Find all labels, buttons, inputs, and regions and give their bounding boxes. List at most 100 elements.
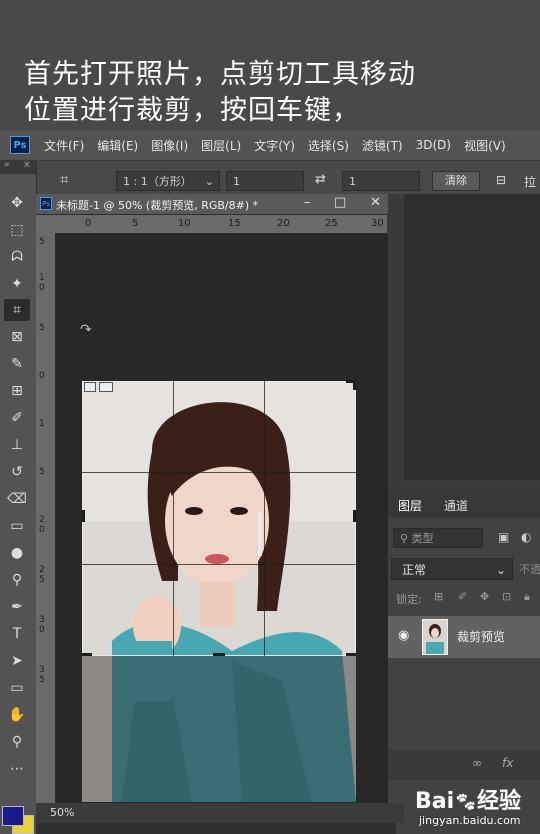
crop-width-input[interactable]: 1: [226, 171, 304, 191]
menu-filter[interactable]: 滤镜(T): [362, 137, 403, 154]
watermark-brand-jingyan: 经验: [477, 789, 522, 814]
layer-thumbnail: [422, 619, 448, 655]
crop-ratio-icon: [84, 382, 96, 392]
baidu-jingyan-watermark: Bai🐾︎经验 jingyan.baidu.com: [413, 783, 540, 834]
menu-select[interactable]: 选择(S): [308, 137, 349, 154]
pen-tool-icon[interactable]: ✒: [4, 596, 30, 618]
clone-stamp-icon[interactable]: ⊥: [4, 434, 30, 456]
brush-tool-icon[interactable]: ✐: [4, 407, 30, 429]
link-layers-icon[interactable]: ∞: [472, 756, 482, 770]
crop-tool-icon[interactable]: ⌗: [4, 299, 30, 321]
type-tool-icon[interactable]: T: [4, 623, 30, 645]
clear-button[interactable]: 清除: [432, 171, 480, 191]
fx-icon[interactable]: fx: [502, 756, 513, 770]
zoom-level[interactable]: 50%: [50, 806, 74, 819]
close-window-icon[interactable]: ✕: [370, 195, 381, 210]
tab-channels[interactable]: 通道: [444, 497, 468, 514]
lock-row: 锁定: ⊞ ✐ ✥ ⊡ 🔒︎: [388, 586, 540, 610]
layer-name: 裁剪预览: [457, 630, 506, 644]
hand-tool-icon[interactable]: ✋: [4, 704, 30, 726]
close-icon[interactable]: ×: [23, 160, 31, 170]
crop-handle-bottom-right[interactable]: [346, 653, 356, 656]
layers-tabs: 图层 通道: [388, 490, 540, 518]
move-tool-icon[interactable]: ✥: [4, 192, 30, 214]
maximize-icon[interactable]: □: [334, 195, 346, 210]
menu-layer[interactable]: 图层(L): [201, 137, 241, 154]
ruler-h-label: 5: [132, 218, 139, 229]
magic-wand-icon[interactable]: ✦: [4, 273, 30, 295]
menu-file[interactable]: 文件(F): [44, 137, 84, 154]
minimize-icon[interactable]: –: [304, 195, 311, 210]
document-tab[interactable]: Ps 未标题-1 @ 50% (裁剪预览, RGB/8#) * – □ ✕: [36, 194, 404, 215]
menu-3d[interactable]: 3D(D): [416, 138, 451, 152]
right-panel-area: [404, 194, 540, 480]
crop-handle-right[interactable]: [353, 510, 356, 522]
crop-tool-preset-icon[interactable]: ⌗: [60, 170, 68, 188]
lock-label: 锁定:: [396, 593, 422, 606]
ruler-v-label: 5: [39, 323, 45, 333]
crop-handle-bottom[interactable]: [213, 653, 225, 656]
eraser-icon[interactable]: ⌫: [4, 488, 30, 510]
image-filter-icon[interactable]: ▣: [498, 530, 509, 544]
lock-artboard-icon[interactable]: ⊡: [502, 590, 511, 603]
menu-view[interactable]: 视图(V): [464, 137, 506, 154]
crop-grid-line: [264, 381, 265, 656]
adjustment-filter-icon[interactable]: ◐: [521, 530, 531, 544]
ruler-h-label: 25: [325, 218, 338, 229]
horizontal-scrollbar[interactable]: [36, 823, 396, 834]
path-select-icon[interactable]: ➤: [4, 650, 30, 672]
caption-line-2: 位置进行裁剪，按回车键，: [24, 95, 360, 126]
history-brush-icon[interactable]: ↺: [4, 461, 30, 483]
app-logo: Ps: [10, 136, 30, 154]
gradient-tool-icon[interactable]: ▭: [4, 515, 30, 537]
lock-pixels-icon[interactable]: ✐: [458, 590, 467, 603]
ratio-select[interactable]: 1 : 1（方形） ⌄: [116, 171, 220, 191]
tab-layers[interactable]: 图层: [398, 497, 422, 514]
blend-mode-select[interactable]: 正常 ⌄: [391, 558, 513, 580]
ruler-v-label: 5: [39, 237, 45, 247]
healing-brush-icon[interactable]: ⊞: [4, 380, 30, 402]
crop-box[interactable]: [82, 381, 356, 656]
frame-tool-icon[interactable]: ⊠: [4, 326, 30, 348]
blur-tool-icon[interactable]: ●: [4, 542, 30, 564]
more-tools-icon[interactable]: ⋯: [4, 758, 30, 780]
straighten-icon[interactable]: ⊟: [496, 173, 506, 187]
ruler-h-label: 20: [277, 218, 290, 229]
rectangle-tool-icon[interactable]: ▭: [4, 677, 30, 699]
toolbar-collapse-bar[interactable]: » ×: [0, 160, 36, 174]
menu-image[interactable]: 图像(I): [151, 137, 188, 154]
zoom-tool-icon[interactable]: ⚲: [4, 731, 30, 753]
search-icon: ⚲: [400, 532, 409, 545]
ruler-h-label: 30: [371, 218, 384, 229]
straighten-label[interactable]: 拉: [524, 173, 536, 190]
dodge-tool-icon[interactable]: ⚲: [4, 569, 30, 591]
crop-size-icon: [99, 382, 113, 392]
paw-icon: 🐾︎: [454, 792, 478, 813]
visibility-eye-icon[interactable]: ◉: [398, 628, 409, 643]
menu-edit[interactable]: 编辑(E): [97, 137, 138, 154]
ratio-value: 1 : 1（方形）: [123, 175, 192, 188]
lock-transparent-icon[interactable]: ⊞: [434, 590, 443, 603]
ruler-v-label: 5: [39, 675, 45, 685]
horizontal-ruler: 0 5 10 15 20 25 30: [55, 215, 387, 234]
foreground-color-swatch[interactable]: [2, 806, 24, 826]
lock-all-icon[interactable]: 🔒︎: [524, 590, 530, 604]
marquee-tool-icon[interactable]: ⬚: [4, 219, 30, 241]
crop-handle-top-right[interactable]: [353, 380, 356, 390]
layer-row[interactable]: ◉ 裁剪预览: [388, 616, 540, 658]
lasso-tool-icon[interactable]: ᗣ: [4, 246, 30, 268]
ruler-v-label: 0: [39, 625, 45, 635]
expand-icon[interactable]: »: [4, 160, 10, 170]
swap-dimensions-icon[interactable]: ⇄: [315, 172, 326, 187]
crop-handle-left[interactable]: [82, 510, 85, 522]
options-bar: ⌗ 1 : 1（方形） ⌄ 1 ⇄ 1 清除 ⊟ 拉: [0, 160, 540, 195]
crop-height-input[interactable]: 1: [342, 171, 420, 191]
eyedropper-icon[interactable]: ✎: [4, 353, 30, 375]
crop-handle-bottom-left[interactable]: [82, 653, 92, 656]
document-icon: Ps: [40, 197, 52, 210]
watermark-url: jingyan.baidu.com: [419, 814, 521, 827]
ruler-v-label: 2: [39, 515, 45, 525]
menu-type[interactable]: 文字(Y): [254, 137, 295, 154]
layer-filter-select[interactable]: ⚲ 类型: [393, 528, 483, 548]
lock-position-icon[interactable]: ✥: [480, 590, 489, 603]
